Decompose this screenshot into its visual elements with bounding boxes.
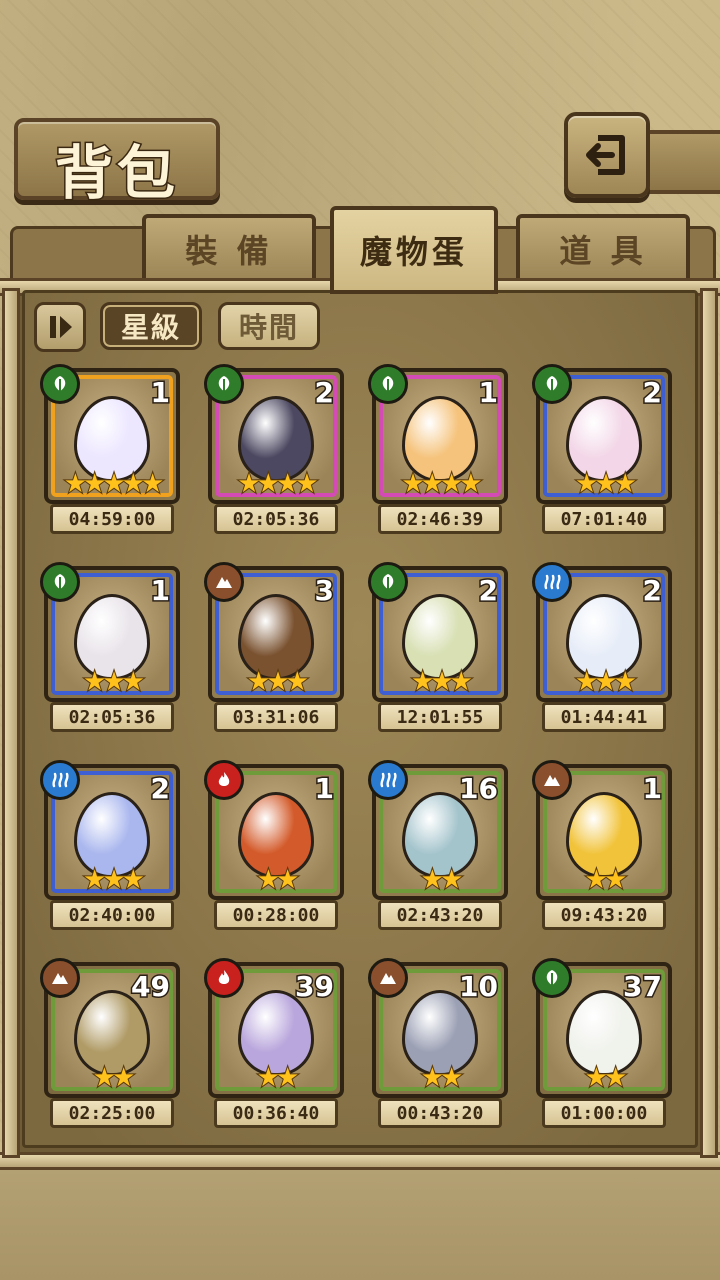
hatch-timer: 00:28:00: [214, 900, 338, 930]
star-rating: ★★: [584, 865, 629, 895]
hatch-timer: 02:05:36: [50, 702, 174, 732]
earth-icon: [204, 562, 244, 602]
star-rating: ★★: [420, 865, 465, 895]
hatch-timer: 03:31:06: [214, 702, 338, 732]
star-rating: ★★★: [82, 667, 146, 697]
panel-right-rail: [700, 288, 718, 1158]
bottom-border: [0, 1156, 720, 1280]
egg-count: 3: [313, 573, 336, 609]
hatch-timer: 02:40:00: [50, 900, 174, 930]
filter-time[interactable]: 時間: [218, 302, 320, 350]
water-icon: [532, 562, 572, 602]
tab-items[interactable]: 道 具: [516, 214, 690, 284]
earth-icon: [40, 958, 80, 998]
leaf-icon: [368, 562, 408, 602]
hatch-timer: 01:44:41: [542, 702, 666, 732]
hatch-timer: 07:01:40: [542, 504, 666, 534]
hatch-timer: 09:43:20: [542, 900, 666, 930]
hatch-timer: 04:59:00: [50, 504, 174, 534]
egg-count: 2: [641, 573, 664, 609]
star-rating: ★★★: [574, 667, 638, 697]
hatch-timer: 00:43:20: [378, 1098, 502, 1128]
leaf-icon: [368, 364, 408, 404]
egg-count: 2: [313, 375, 336, 411]
hatch-timer: 02:43:20: [378, 900, 502, 930]
tab-monster-eggs[interactable]: 魔物蛋: [330, 206, 498, 294]
back-bar: [640, 130, 720, 194]
egg-count: 1: [477, 375, 500, 411]
tab-items-label: 道 具: [559, 232, 647, 270]
star-rating: ★★: [256, 1063, 301, 1093]
hatch-timer: 01:00:00: [542, 1098, 666, 1128]
page-title: 背包: [53, 138, 179, 209]
title-plate: 背包: [14, 118, 220, 209]
star-rating: ★★: [256, 865, 301, 895]
earth-icon: [532, 760, 572, 800]
sort-order-button[interactable]: [34, 302, 86, 352]
egg-count: 16: [458, 771, 500, 807]
back-button[interactable]: [564, 112, 650, 198]
hatch-timer: 00:36:40: [214, 1098, 338, 1128]
egg-count: 2: [149, 771, 172, 807]
water-icon: [368, 760, 408, 800]
egg-count: 2: [477, 573, 500, 609]
star-rating: ★★: [584, 1063, 629, 1093]
earth-icon: [368, 958, 408, 998]
tab-equipment[interactable]: 裝 備: [142, 214, 316, 284]
egg-count: 1: [149, 375, 172, 411]
leaf-icon: [40, 562, 80, 602]
star-rating: ★★★: [246, 667, 310, 697]
hatch-timer: 02:25:00: [50, 1098, 174, 1128]
panel-bottom-rail: [0, 1152, 720, 1170]
leaf-icon: [532, 958, 572, 998]
tab-monster-eggs-label: 魔物蛋: [359, 233, 468, 271]
tab-equipment-label: 裝 備: [185, 232, 273, 270]
leaf-icon: [40, 364, 80, 404]
egg-count: 1: [641, 771, 664, 807]
egg-count: 39: [294, 969, 336, 1005]
egg-count: 1: [313, 771, 336, 807]
egg-count: 1: [149, 573, 172, 609]
back-arrow-icon: [586, 135, 625, 175]
fire-icon: [204, 958, 244, 998]
leaf-icon: [532, 364, 572, 404]
hatch-timer: 02:05:36: [214, 504, 338, 534]
star-rating: ★★★: [410, 667, 474, 697]
star-rating: ★★★★★: [63, 469, 166, 499]
water-icon: [40, 760, 80, 800]
star-rating: ★★★: [82, 865, 146, 895]
sort-order-icon: [50, 316, 72, 338]
star-rating: ★★★: [574, 469, 638, 499]
egg-count: 2: [641, 375, 664, 411]
filter-star-rank[interactable]: 星級: [100, 302, 202, 350]
leaf-icon: [204, 364, 244, 404]
hatch-timer: 02:46:39: [378, 504, 502, 534]
star-rating: ★★★★: [400, 469, 483, 499]
hatch-timer: 12:01:55: [378, 702, 502, 732]
star-rating: ★★: [92, 1063, 137, 1093]
fire-icon: [204, 760, 244, 800]
star-rating: ★★: [420, 1063, 465, 1093]
egg-count: 10: [458, 969, 500, 1005]
egg-count: 49: [130, 969, 172, 1005]
star-rating: ★★★★: [236, 469, 319, 499]
panel-left-rail: [2, 288, 20, 1158]
egg-count: 37: [622, 969, 664, 1005]
